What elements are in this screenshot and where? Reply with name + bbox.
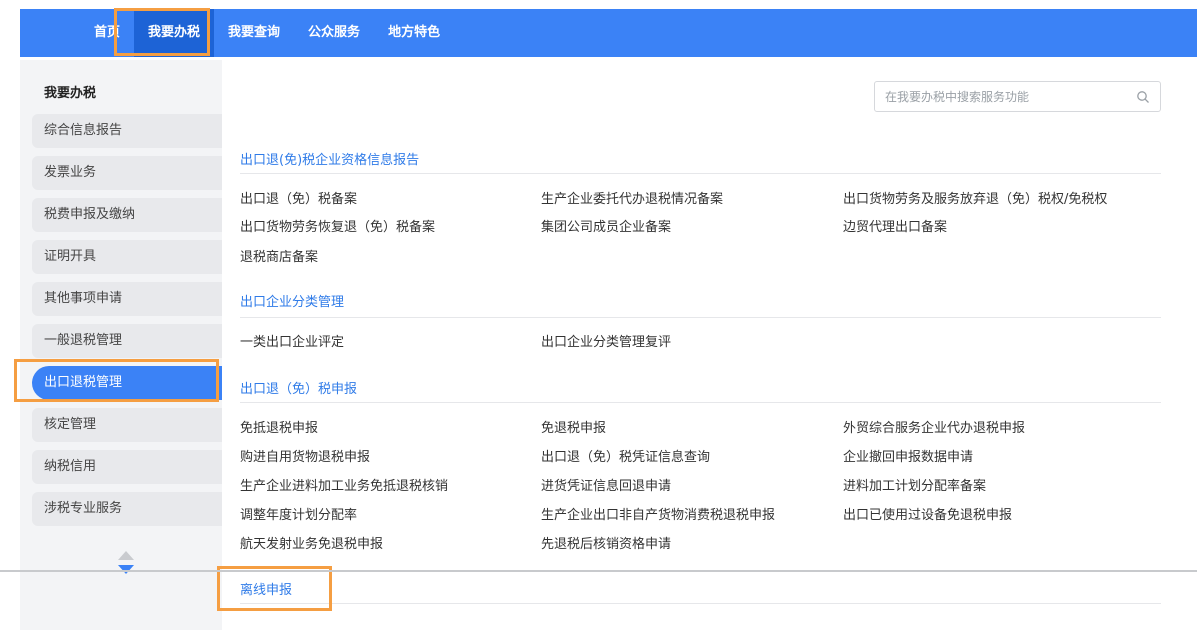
link-foreign-trade-agent-refund[interactable]: 外贸综合服务企业代办退税申报 [843,417,1025,436]
highlight-box-offline [217,566,332,611]
link-exemption-refund[interactable]: 免退税申报 [541,417,606,436]
section-title-classification[interactable]: 出口企业分类管理 [240,291,344,310]
link-restore-refund-filing[interactable]: 出口货物劳务恢复退（免）税备案 [240,216,435,235]
link-voucher-rollback[interactable]: 进货凭证信息回退申请 [541,475,671,494]
sidebar: 我要办税 综合信息报告 发票业务 税费申报及缴纳 证明开具 其他事项申请 一般退… [20,60,222,630]
sidebar-item-certificate[interactable]: 证明开具 [32,240,222,274]
highlight-box-sidebar [14,359,219,402]
section-title-qualification-report[interactable]: 出口退(免)税企业资格信息报告 [240,149,419,168]
nav-query[interactable]: 我要查询 [214,9,294,57]
link-refund-store-filing[interactable]: 退税商店备案 [240,246,318,265]
link-waive-refund-right[interactable]: 出口货物劳务及服务放弃退（免）税权/免税权 [843,188,1107,207]
sidebar-item-assessment[interactable]: 核定管理 [32,408,222,442]
section-divider [240,402,1161,403]
sidebar-item-professional-service[interactable]: 涉税专业服务 [32,492,222,526]
link-class-one-evaluation[interactable]: 一类出口企业评定 [240,331,344,350]
link-used-equipment-refund[interactable]: 出口已使用过设备免退税申报 [843,504,1012,523]
sidebar-item-invoice[interactable]: 发票业务 [32,156,222,190]
link-processing-plan-filing[interactable]: 进料加工计划分配率备案 [843,475,986,494]
section-title-refund-declaration[interactable]: 出口退（免）税申报 [240,378,357,397]
scroll-arrows-icon [118,551,134,574]
link-withdraw-declaration[interactable]: 企业撤回申报数据申请 [843,446,973,465]
link-classification-review[interactable]: 出口企业分类管理复评 [541,331,671,350]
link-refund-filing[interactable]: 出口退（免）税备案 [240,188,357,207]
highlight-box-nav [114,8,210,56]
link-aerospace-launch-refund[interactable]: 航天发射业务免退税申报 [240,533,383,552]
bottom-border [0,570,1197,572]
sidebar-item-other-requests[interactable]: 其他事项申请 [32,282,222,316]
link-border-trade-filing[interactable]: 边贸代理出口备案 [843,216,947,235]
link-adjust-annual-rate[interactable]: 调整年度计划分配率 [240,504,357,523]
link-group-member-filing[interactable]: 集团公司成员企业备案 [541,216,671,235]
link-self-use-goods-refund[interactable]: 购进自用货物退税申报 [240,446,370,465]
nav-public-service[interactable]: 公众服务 [294,9,374,57]
link-processing-trade-writeoff[interactable]: 生产企业进料加工业务免抵退税核销 [240,475,448,494]
main-content: 出口退(免)税企业资格信息报告 出口退（免）税备案 生产企业委托代办退税情况备案… [217,60,1197,630]
sidebar-scroll-arrows[interactable] [116,549,136,579]
search-icon[interactable] [1136,90,1150,104]
link-exemption-offset-refund[interactable]: 免抵退税申报 [240,417,318,436]
sidebar-title: 我要办税 [44,86,97,101]
link-entrusted-refund-filing[interactable]: 生产企业委托代办退税情况备案 [541,188,723,207]
link-voucher-query[interactable]: 出口退（免）税凭证信息查询 [541,446,710,465]
nav-local-features[interactable]: 地方特色 [374,9,454,57]
section-divider [240,603,1161,604]
sidebar-item-general-refund[interactable]: 一般退税管理 [32,324,222,358]
sidebar-item-declaration-payment[interactable]: 税费申报及缴纳 [32,198,222,232]
search-input[interactable] [875,82,1125,111]
sidebar-item-credit[interactable]: 纳税信用 [32,450,222,484]
sidebar-item-info-report[interactable]: 综合信息报告 [32,114,222,148]
section-divider [240,173,1161,174]
section-divider [240,317,1161,318]
link-consumption-tax-refund[interactable]: 生产企业出口非自产货物消费税退税申报 [541,504,775,523]
search-box [874,81,1161,112]
link-refund-before-writeoff[interactable]: 先退税后核销资格申请 [541,533,671,552]
